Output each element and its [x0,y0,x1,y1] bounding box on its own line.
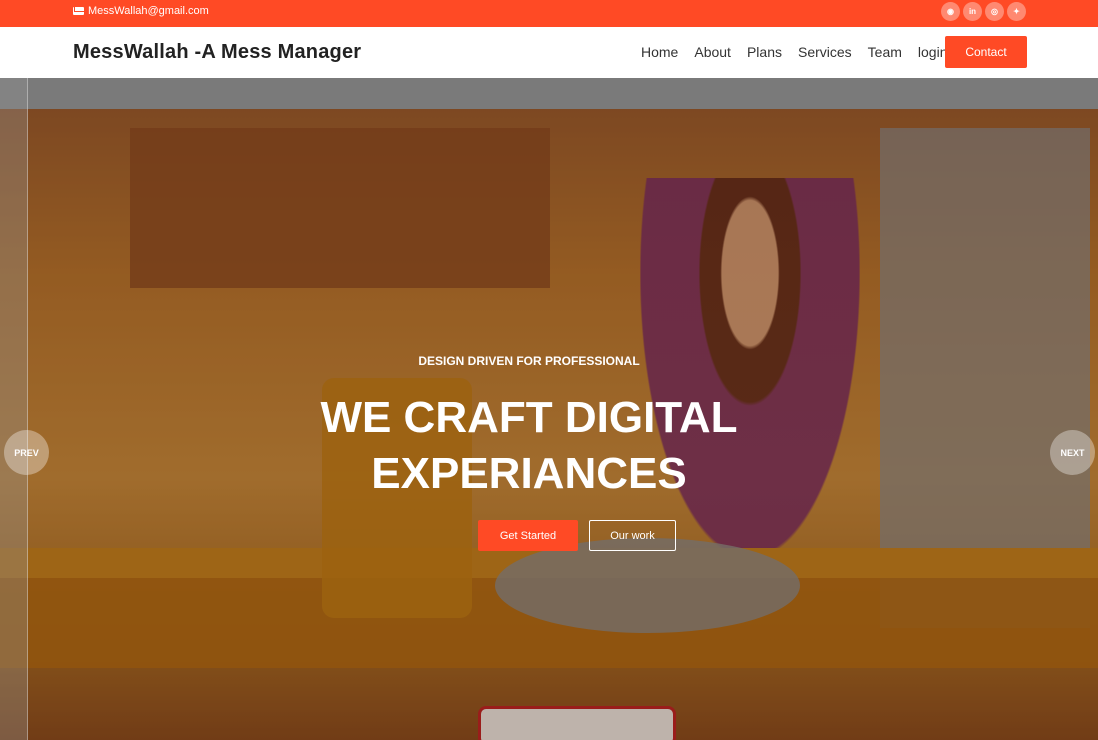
hero-title-line2: EXPERIANCES [371,449,687,498]
nav-team[interactable]: Team [868,44,902,60]
contact-email[interactable]: MessWallah@gmail.com [73,5,209,17]
mail-icon [73,7,84,15]
site-logo[interactable]: MessWallah -A Mess Manager [73,41,361,64]
hero-title: WE CRAFT DIGITAL EXPERIANCES [0,390,1078,502]
hero-subtitle: DESIGN DRIVEN FOR PROFESSIONAL [418,354,640,368]
carousel-prev-button[interactable]: PREV [4,430,49,475]
nav-login[interactable]: login [918,44,948,60]
github-icon[interactable]: ◉ [941,2,960,21]
contact-button[interactable]: Contact [945,36,1027,68]
twitter-icon[interactable]: ✦ [1007,2,1026,21]
linkedin-icon[interactable]: in [963,2,982,21]
top-bar: MessWallah@gmail.com ◉ in ◎ ✦ [0,0,1098,27]
nav-about[interactable]: About [694,44,731,60]
get-started-button[interactable]: Get Started [478,520,578,551]
carousel-next-button[interactable]: NEXT [1050,430,1095,475]
email-text: MessWallah@gmail.com [88,5,209,17]
main-nav: Home About Plans Services Team login [641,44,948,60]
our-work-button[interactable]: Our work [589,520,676,551]
hero-title-line1: WE CRAFT DIGITAL [320,393,738,442]
site-header: MessWallah -A Mess Manager Home About Pl… [0,27,1098,78]
social-links: ◉ in ◎ ✦ [941,2,1026,21]
nav-home[interactable]: Home [641,44,678,60]
hero-carousel: DESIGN DRIVEN FOR PROFESSIONAL WE CRAFT … [0,78,1098,740]
nav-services[interactable]: Services [798,44,852,60]
instagram-icon[interactable]: ◎ [985,2,1004,21]
nav-plans[interactable]: Plans [747,44,782,60]
